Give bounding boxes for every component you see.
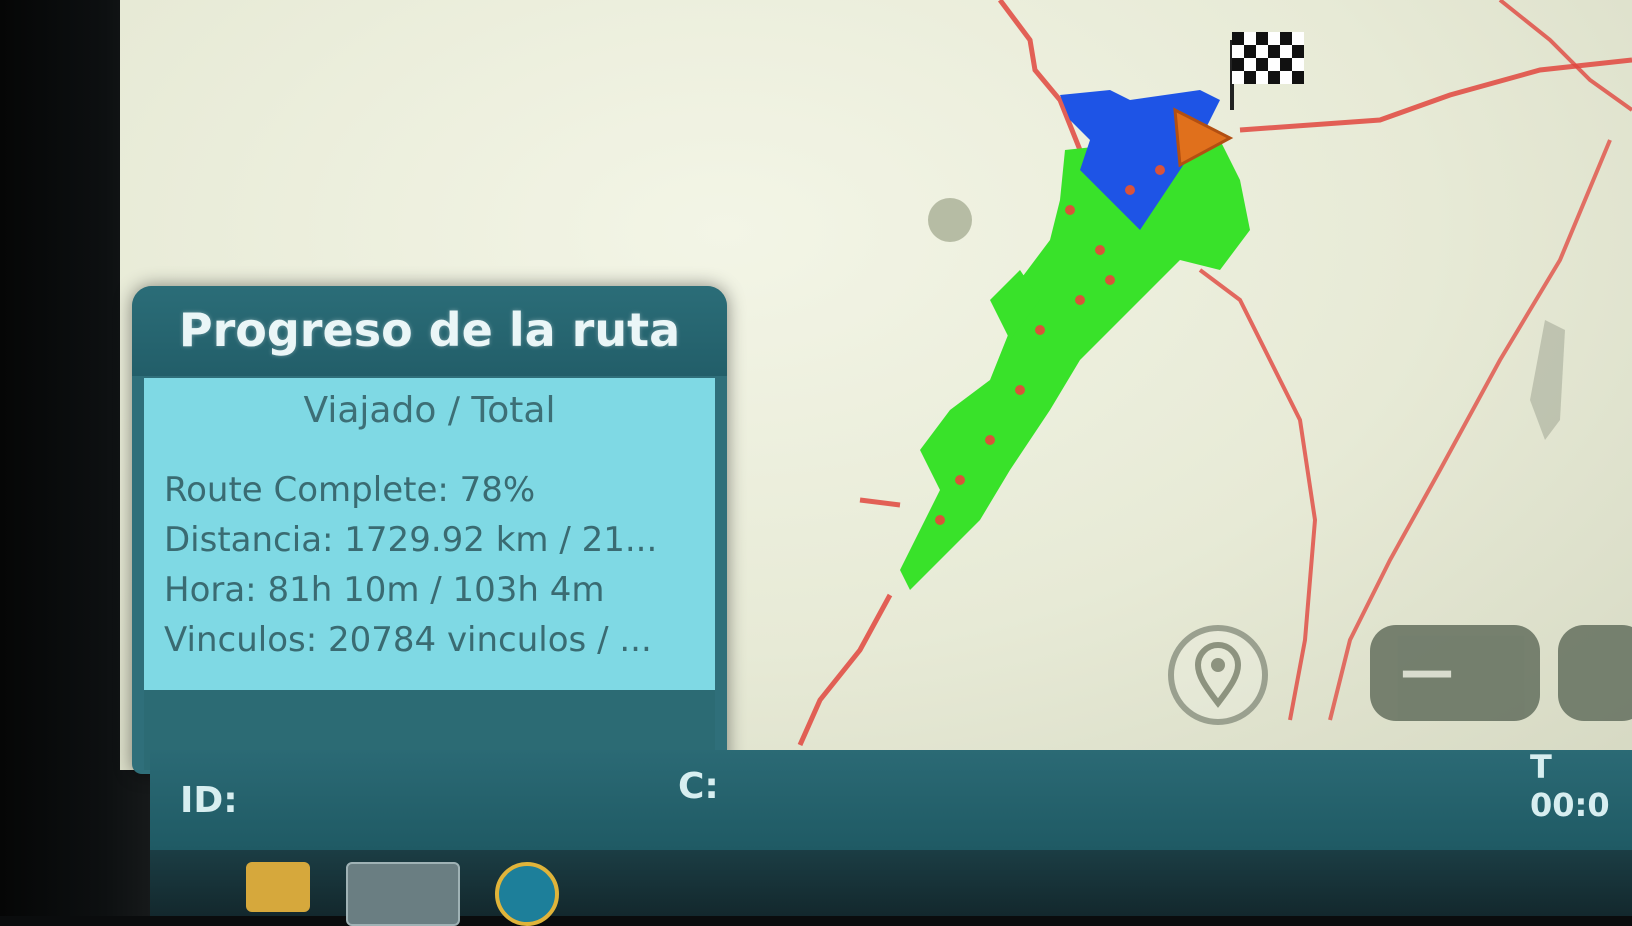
status-bar: ID: C: T 00:0: [150, 748, 1632, 850]
links-stat: Vinculos: 20784 vinculos / ...: [164, 620, 652, 660]
panel-body: Viajado / Total Route Complete: 78% Dist…: [144, 378, 715, 690]
c-label: C:: [678, 766, 719, 807]
finish-flag-icon: [1230, 32, 1304, 110]
pin-glyph: [1194, 642, 1242, 708]
zoom-out-label: —: [1400, 639, 1454, 702]
time-label: T 00:0: [1530, 748, 1610, 824]
lake: [928, 198, 972, 242]
route-complete-stat: Route Complete: 78%: [164, 470, 536, 510]
time-stat: Hora: 81h 10m / 103h 4m: [164, 570, 605, 610]
folder-icon[interactable]: [246, 862, 310, 912]
locate-pin-icon[interactable]: [1168, 625, 1268, 725]
id-label: ID:: [180, 780, 238, 821]
browser-icon[interactable]: [495, 862, 559, 926]
panel-subtitle: Viajado / Total: [303, 390, 556, 431]
road-line: [797, 593, 893, 747]
distance-stat: Distancia: 1729.92 km / 21...: [164, 520, 658, 560]
terrain-patch: [1530, 320, 1565, 440]
taskbar: [150, 850, 1632, 926]
zoom-out-button[interactable]: —: [1370, 625, 1540, 721]
window-icon[interactable]: [346, 862, 460, 926]
zoom-in-button[interactable]: [1558, 625, 1632, 721]
road-line: [859, 497, 901, 508]
road-line: [1498, 0, 1632, 112]
route-progress-panel: Progreso de la ruta Viajado / Total Rout…: [132, 286, 727, 774]
panel-title: Progreso de la ruta: [132, 286, 727, 376]
road-line: [998, 0, 1083, 151]
